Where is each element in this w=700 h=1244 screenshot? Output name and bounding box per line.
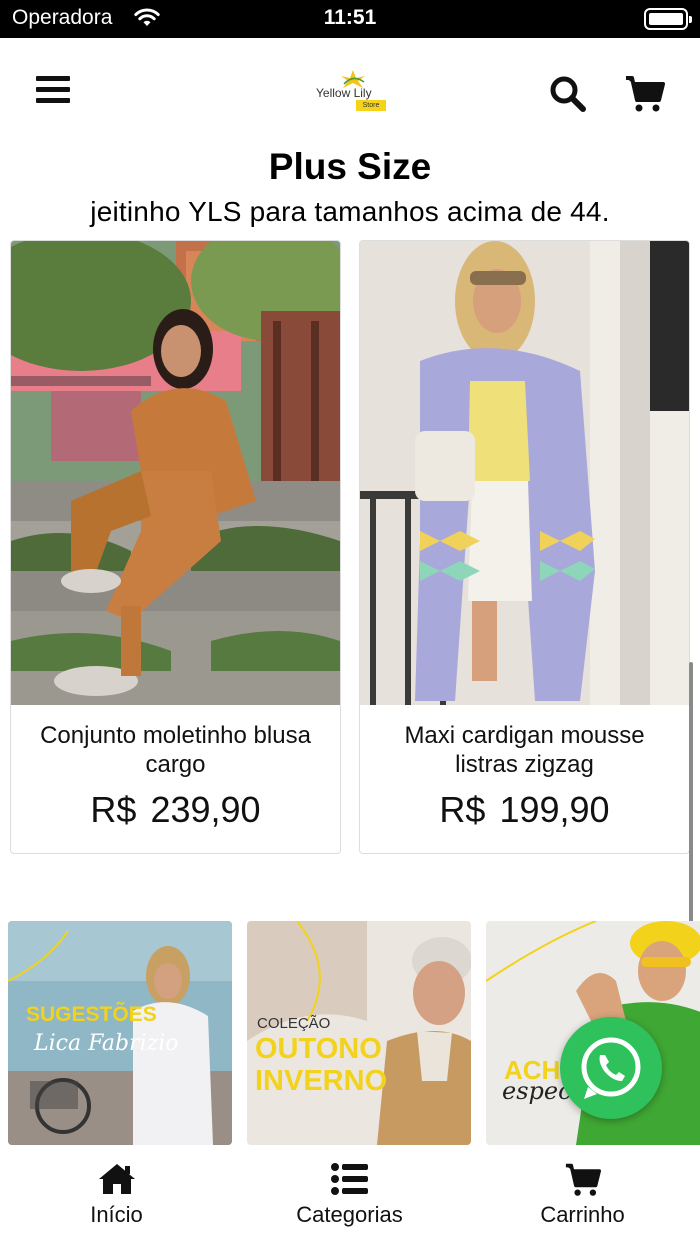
banner-subtitle: Lica Fabrizio (34, 1031, 179, 1056)
product-image[interactable] (11, 241, 340, 705)
menu-icon (36, 76, 76, 103)
cart-icon (626, 76, 665, 112)
product-image[interactable] (360, 241, 689, 705)
nav-item-categorias[interactable]: Categorias (233, 1146, 466, 1244)
nav-item-inicio[interactable]: Início (0, 1146, 233, 1244)
status-time: 11:51 (323, 6, 377, 29)
product-price: R$ 239,90 (11, 789, 340, 831)
price-currency: R$ (90, 789, 137, 830)
menu-button[interactable] (36, 76, 76, 112)
nav-label: Início (90, 1202, 143, 1227)
vertical-scrollbar[interactable] (689, 662, 693, 924)
price-value: 239,90 (150, 789, 261, 830)
whatsapp-icon (581, 1037, 641, 1099)
logo-tag: Store (356, 100, 386, 111)
status-bar: Operadora 11:51 (0, 0, 700, 38)
banner-title: OUTONO (255, 1033, 382, 1065)
logo-text: Yellow Lily (316, 86, 372, 100)
search-icon (550, 76, 586, 112)
search-button[interactable] (548, 74, 588, 114)
product-price: R$ 199,90 (360, 789, 689, 831)
banner-sugestoes[interactable]: SUGESTÕES Lica Fabrizio (8, 921, 232, 1145)
whatsapp-button[interactable] (560, 1017, 662, 1119)
banner-title-2: INVERNO (255, 1065, 388, 1097)
section-subtitle: jeitinho YLS para tamanhos acima de 44. (90, 196, 610, 227)
price-value: 199,90 (499, 789, 610, 830)
cart-icon (565, 1163, 601, 1196)
nav-label: Categorias (296, 1202, 403, 1227)
product-photo-woman-cardigan (360, 241, 689, 705)
list-icon (330, 1163, 368, 1195)
cart-button[interactable] (624, 74, 666, 114)
bottom-navigation: Início Categorias Carrinho (0, 1146, 700, 1244)
home-icon (98, 1164, 135, 1194)
battery-icon (644, 8, 692, 30)
product-card[interactable]: Conjunto moletinho blusa cargo R$ 239,90 (10, 240, 341, 854)
banner-outono-inverno[interactable]: COLEÇÃO OUTONO INVERNO (247, 921, 471, 1145)
product-name: Conjunto moletinho blusa cargo (40, 722, 311, 778)
store-logo[interactable]: Yellow Lily Store (300, 68, 400, 116)
product-name: Maxi cardigan mousse listras zigzag (404, 722, 645, 778)
nav-label: Carrinho (540, 1202, 625, 1227)
product-photo-woman-orange-set (11, 241, 340, 705)
banner-title: SUGESTÕES (26, 1003, 157, 1026)
nav-item-carrinho[interactable]: Carrinho (466, 1146, 699, 1244)
product-card[interactable]: Maxi cardigan mousse listras zigzag R$ 19… (359, 240, 690, 854)
price-currency: R$ (439, 789, 486, 830)
section-title: Plus Size (268, 146, 432, 187)
app-header: Yellow Lily Store (0, 38, 700, 148)
banner-label: COLEÇÃO (257, 1015, 331, 1032)
